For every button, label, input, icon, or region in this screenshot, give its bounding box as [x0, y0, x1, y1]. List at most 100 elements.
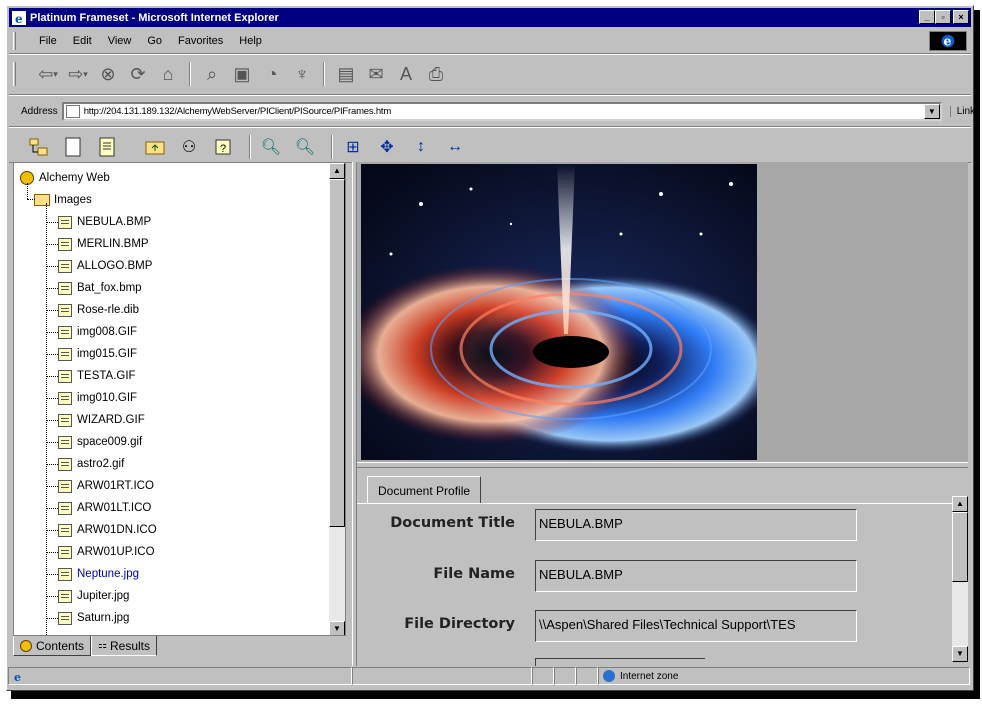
menu-edit[interactable]: Edit — [65, 35, 100, 47]
menu-help[interactable]: Help — [231, 35, 270, 47]
tree-file-item[interactable]: Jupiter.jpg — [58, 585, 129, 607]
tree-file-label: ARW01LT.ICO — [77, 502, 152, 514]
menu-grip[interactable] — [13, 32, 16, 50]
scroll-down-button[interactable]: ▼ — [329, 621, 345, 635]
scroll-down-button[interactable]: ▼ — [952, 646, 968, 662]
tree-file-item[interactable]: Bat_fox.bmp — [58, 277, 142, 299]
scroll-thumb[interactable] — [952, 512, 968, 582]
menu-file[interactable]: File — [31, 35, 65, 47]
svg-text:?: ? — [220, 143, 226, 155]
tree-file-item[interactable]: ARW01LT.ICO — [58, 497, 151, 519]
document-title-field[interactable]: NEBULA.BMP — [535, 509, 857, 541]
pan-icon[interactable]: ✥ — [373, 135, 401, 159]
stop-icon[interactable]: ⊗ — [93, 61, 123, 87]
mail-icon[interactable]: ✉ — [361, 61, 391, 87]
binoculars-icon[interactable]: ⚇ — [175, 135, 203, 159]
profile-scrollbar[interactable]: ▲ ▼ — [952, 496, 968, 662]
tree-connector — [46, 376, 58, 377]
tree-file-item[interactable]: ALLOGO.BMP — [58, 255, 152, 277]
tree-file-item[interactable]: ARW01RT.ICO — [58, 475, 154, 497]
close-button[interactable]: × — [953, 10, 969, 24]
tree-file-label: Jupiter.jpg — [77, 590, 130, 602]
file-icon — [58, 611, 72, 625]
tree-connector — [46, 530, 58, 531]
address-dropdown-button[interactable]: ▼ — [923, 104, 940, 119]
address-separator — [9, 126, 971, 128]
tree-file-item[interactable]: MERLIN.BMP — [58, 233, 149, 255]
fit-height-icon[interactable]: ↕ — [407, 135, 435, 159]
tab-contents[interactable]: Contents — [13, 636, 92, 656]
tree-file-item[interactable]: NEBULA.BMP — [58, 211, 151, 233]
tree-file-item[interactable]: ARW01UP.ICO — [58, 541, 155, 563]
home-icon[interactable]: ⌂ — [153, 61, 183, 87]
tree-file-item[interactable]: WIZARD.GIF — [58, 409, 145, 431]
file-icon — [58, 413, 72, 427]
minimize-button[interactable]: _ — [919, 10, 935, 24]
file-icon — [58, 303, 72, 317]
scroll-up-button[interactable]: ▲ — [329, 163, 345, 179]
zoom-out-icon[interactable]: 🔍︎ — [291, 135, 319, 159]
fit-width-icon[interactable]: ↔ — [441, 135, 469, 159]
file-icon — [58, 589, 72, 603]
tree-file-item[interactable]: space009.gif — [58, 431, 142, 453]
tree-file-item[interactable]: img008.GIF — [58, 321, 137, 343]
tree-folder-label: Images — [54, 194, 92, 206]
tree-connector — [46, 618, 58, 619]
address-bar: Address http://204.131.189.132/AlchemyWe… — [9, 99, 980, 124]
menu-favorites[interactable]: Favorites — [170, 35, 231, 47]
fit-page-icon[interactable]: ⊞ — [339, 135, 367, 159]
svg-text:e: e — [14, 671, 21, 682]
menu-go[interactable]: Go — [139, 35, 170, 47]
help-icon[interactable]: ? — [209, 135, 237, 159]
scroll-up-button[interactable]: ▲ — [952, 496, 968, 512]
toolbar-grip[interactable] — [13, 62, 16, 86]
channels-icon[interactable]: ♆ — [287, 61, 317, 87]
tab-document-profile[interactable]: Document Profile — [367, 476, 482, 504]
field-file-name: File Name NEBULA.BMP — [357, 560, 947, 592]
refresh-icon[interactable]: ⟳ — [123, 61, 153, 87]
tree-file-label: NEBULA.BMP — [77, 216, 152, 228]
font-icon[interactable]: A — [391, 61, 421, 87]
document-icon[interactable] — [59, 135, 87, 159]
next-field-partial — [535, 658, 705, 666]
folder-up-icon[interactable] — [141, 135, 169, 159]
results-icon: ⚏ — [98, 640, 107, 651]
forward-icon[interactable]: ⇨ ▾ — [63, 61, 93, 87]
back-icon[interactable]: ⇦ ▾ — [33, 61, 63, 87]
history-icon[interactable]: ◔ — [257, 61, 287, 87]
tab-contents-label: Contents — [36, 638, 85, 653]
scroll-thumb[interactable] — [329, 179, 345, 527]
tree-view-icon[interactable] — [25, 135, 53, 159]
tree-file-item[interactable]: Rose-rle.dib — [58, 299, 139, 321]
maximize-button[interactable]: ▫ — [935, 10, 951, 24]
file-icon — [58, 347, 72, 361]
tree-file-item[interactable]: img015.GIF — [58, 343, 137, 365]
links-button[interactable]: Links — [949, 106, 980, 117]
address-input[interactable]: http://204.131.189.132/AlchemyWebServer/… — [61, 102, 942, 121]
file-directory-field[interactable]: \\Aspen\Shared Files\Technical Support\T… — [535, 610, 857, 642]
favorites-icon[interactable]: ▣ — [227, 61, 257, 87]
properties-icon[interactable] — [93, 135, 121, 159]
print-icon[interactable]: ⎙ — [421, 61, 451, 87]
tree-folder-images[interactable]: Images — [34, 189, 92, 211]
search-icon[interactable]: ⌕ — [197, 61, 227, 87]
file-name-field[interactable]: NEBULA.BMP — [535, 560, 857, 592]
menu-view[interactable]: View — [100, 35, 140, 47]
title-bar[interactable]: e Platinum Frameset - Microsoft Internet… — [9, 8, 971, 27]
tree-file-item[interactable]: Neptune.jpg — [58, 563, 139, 585]
tree-file-item[interactable]: img010.GIF — [58, 387, 137, 409]
globe-icon — [20, 639, 32, 652]
tree-file-label: ARW01RT.ICO — [77, 480, 154, 492]
tab-results[interactable]: ⚏ Results — [91, 636, 158, 656]
status-bar: e Internet zone — [8, 666, 974, 686]
fullscreen-icon[interactable]: ▤ — [331, 61, 361, 87]
file-icon — [58, 215, 72, 229]
tree-scrollbar[interactable]: ▲ ▼ — [329, 163, 345, 635]
tree-file-item[interactable]: ARW01DN.ICO — [58, 519, 157, 541]
zoom-in-icon[interactable]: 🔍︎ — [257, 135, 285, 159]
tree-file-item[interactable]: TESTA.GIF — [58, 365, 136, 387]
tree-file-item[interactable]: astro2.gif — [58, 453, 124, 475]
toolbar-separator-bottom — [9, 94, 971, 96]
tree-file-item[interactable]: Saturn.jpg — [58, 607, 129, 629]
tree-root[interactable]: Alchemy Web — [20, 167, 110, 189]
